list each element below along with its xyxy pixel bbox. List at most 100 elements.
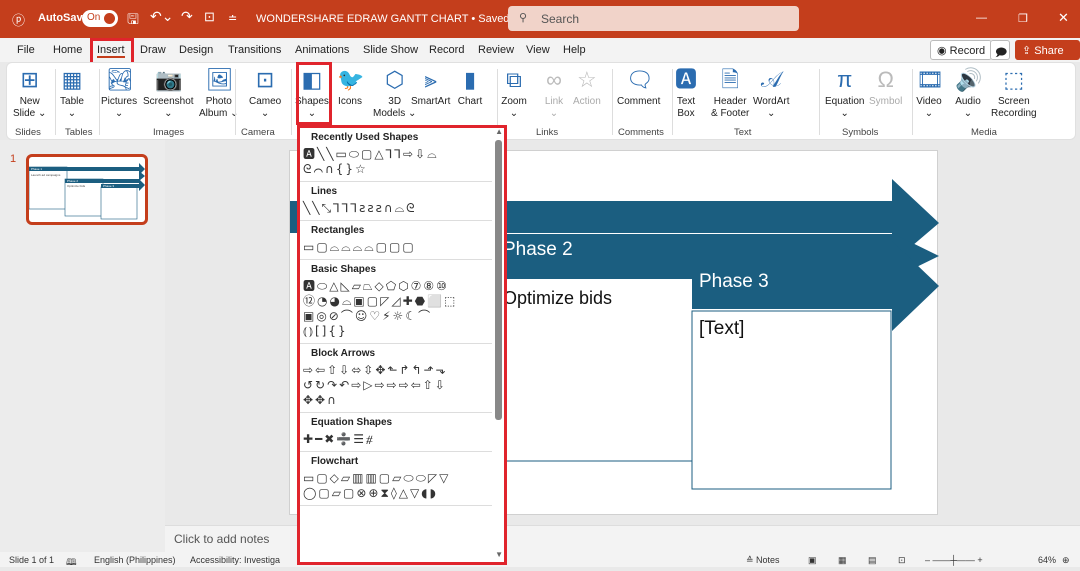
cameo-button[interactable]: ⊡ Cameo ⌄ — [249, 67, 281, 120]
tab-design[interactable]: Design — [179, 44, 213, 56]
comment-button[interactable]: 🗨 Comment — [617, 67, 660, 108]
normal-view-icon[interactable]: ▣ — [808, 555, 817, 566]
screen-recording-button[interactable]: ⬚ Screen Recording — [991, 67, 1037, 120]
tab-view[interactable]: View — [526, 44, 550, 56]
shape-row-icons[interactable]: ▣◎⊘⌒☺♡⚡☼☾⌒ — [300, 309, 492, 324]
table-button[interactable]: ▦ Table ⌄ — [59, 67, 85, 120]
shape-row-icons[interactable]: ⇨⇦⇧⇩⬄⇳✥⬑↱↰⬏⬎ — [300, 363, 492, 378]
smartart-button[interactable]: ⫸ SmartArt — [411, 67, 450, 108]
tab-help[interactable]: Help — [563, 44, 586, 56]
scroll-down-icon[interactable]: ▼ — [495, 550, 503, 559]
button-label: Chart — [457, 96, 483, 107]
comments-button[interactable]: 🗩 — [990, 40, 1010, 60]
record-button[interactable]: ◉ Record — [930, 40, 993, 60]
undo-icon[interactable]: ↶⌄ — [150, 8, 173, 25]
section-title: Block Arrows — [311, 348, 376, 359]
action-button[interactable]: ☆ Action — [573, 67, 601, 108]
chart-button[interactable]: ▮ Chart — [457, 67, 483, 108]
shape-row-icons[interactable]: ▭▢⌓⌓⌓⌓▢▢▢ — [300, 240, 492, 255]
zoom-button[interactable]: ⧉ Zoom ⌄ — [501, 67, 527, 120]
share-button[interactable]: ⇪ Share ⌄ — [1015, 40, 1080, 70]
shape-row-icons[interactable]: ╲╲⤡⅂⅂⅂ƨƨƨ∩⌓ᘓ — [300, 201, 492, 216]
notes-button[interactable]: ≙ Notes — [746, 555, 780, 566]
phase2-label[interactable]: Phase 2 — [503, 239, 573, 261]
shape-row-icons[interactable]: ◯▢▱▢⊗⊕⧗◊△▽◖◗ — [300, 486, 492, 501]
equation-button[interactable]: π Equation ⌄ — [825, 67, 864, 120]
redo-icon[interactable]: ↷ — [181, 8, 193, 25]
thumb-phase1-text: Launch ad campaigns — [31, 173, 61, 177]
tab-record[interactable]: Record — [429, 44, 464, 56]
button-label: Video ⌄ — [916, 96, 942, 119]
screenshot-button[interactable]: 📷 Screenshot ⌄ — [143, 67, 194, 120]
video-button[interactable]: 🎞 Video ⌄ — [916, 67, 944, 120]
restore-button[interactable]: ❐ — [1018, 12, 1028, 25]
shape-section: Equation Shapes ✚━✖➗☰⧣ — [300, 413, 492, 452]
3d-models-button[interactable]: ⬡ 3D Models ⌄ — [373, 67, 416, 120]
pictures-button[interactable]: 🏞 Pictures ⌄ — [101, 67, 137, 120]
header-footer-button[interactable]: 🗎 Header & Footer — [711, 67, 749, 120]
accessibility-status[interactable]: Accessibility: Investiga — [190, 555, 280, 565]
button-label: Comment — [617, 96, 661, 107]
text-box-button[interactable]: 🅰 Text Box — [673, 67, 699, 120]
search-input[interactable]: Search — [508, 6, 799, 31]
shape-row-icons[interactable]: ✥✥∩ — [300, 393, 492, 408]
tab-file[interactable]: File — [17, 44, 35, 56]
reading-view-icon[interactable]: ▤ — [868, 555, 877, 566]
photo-album-button[interactable]: 🖼 Photo Album ⌄ — [199, 67, 239, 120]
phase2-text[interactable]: Optimize bids — [503, 288, 612, 309]
section-title: Lines — [311, 186, 338, 197]
thumb-phase2: Phase 2 — [67, 179, 78, 183]
shape-row-icons[interactable]: ↺↻↷↶⇨▷⇨⇨⇨⇦⇧⇩ — [300, 378, 492, 393]
button-label: Link ⌄ — [544, 96, 564, 119]
scroll-up-icon[interactable]: ▲ — [495, 128, 503, 136]
pictures-icon: 🏞 — [106, 67, 134, 92]
audio-button[interactable]: 🔊 Audio ⌄ — [955, 67, 982, 120]
shape-row-icons[interactable]: 🅰⬭△◺▱⏢◇⬠⬡⑦⑧⑩ — [300, 279, 492, 294]
phase3-label[interactable]: Phase 3 — [699, 271, 769, 293]
close-button[interactable]: ✕ — [1058, 10, 1069, 26]
button-label: Screenshot ⌄ — [143, 96, 194, 119]
save-icon[interactable]: 🖫 — [127, 9, 139, 33]
shapes-button-highlight — [296, 62, 332, 125]
tab-animations[interactable]: Animations — [295, 44, 349, 56]
tab-transitions[interactable]: Transitions — [228, 44, 281, 56]
present-icon[interactable]: ⊡ — [204, 9, 215, 25]
3d-models-icon: ⬡ — [385, 67, 405, 92]
thumb-phase2-text: Optimize bids — [67, 184, 86, 188]
spellcheck-icon[interactable]: 🕮 — [66, 555, 77, 571]
shape-row-icons[interactable]: ⑫◔◕⌓▣▢◸◿✚⬣⬜⬚ — [300, 294, 492, 309]
search-icon: ⚲ — [519, 12, 528, 24]
slideshow-icon[interactable]: ⊡ — [898, 555, 906, 566]
tab-slide-show[interactable]: Slide Show — [363, 44, 418, 56]
shape-row-icons[interactable]: ✚━✖➗☰⧣ — [300, 432, 492, 447]
shape-row-icons[interactable]: ᘓ⌒∩{}☆ — [300, 162, 492, 177]
shape-row-icons[interactable]: 🅰╲╲▭⬭▢△⅂⅂⇨⇩⌓ — [300, 147, 492, 162]
new-slide-button[interactable]: ⊞ New Slide ⌄ — [13, 67, 46, 120]
tab-draw[interactable]: Draw — [140, 44, 166, 56]
gallery-scrollbar[interactable] — [495, 140, 502, 420]
group-label-slides: Slides — [15, 127, 41, 138]
zoom-slider[interactable]: – ——┼—— + — [925, 555, 983, 565]
fit-slide-icon[interactable]: ⊕ — [1062, 555, 1070, 566]
wordart-button[interactable]: 𝒜 WordArt ⌄ — [753, 67, 790, 120]
tab-home[interactable]: Home — [53, 44, 82, 56]
language[interactable]: English (Philippines) — [94, 555, 176, 565]
action-icon: ☆ — [577, 67, 597, 92]
slide-thumbnail-1[interactable]: Phase 1 Launch ad campaigns Phase 2 Opti… — [26, 154, 148, 225]
shape-row-icons[interactable]: ⦅⦆[]{} — [300, 324, 492, 339]
section-title: Basic Shapes — [311, 264, 377, 275]
icons-button[interactable]: 🐦 Icons — [337, 67, 364, 108]
symbol-button[interactable]: Ω Symbol — [869, 67, 902, 108]
button-label: Audio ⌄ — [955, 96, 981, 119]
minimize-button[interactable]: — — [976, 12, 987, 24]
customize-toolbar-icon[interactable]: ≐ — [228, 12, 237, 25]
shape-row-icons[interactable]: ▭▢◇▱▥▥▢▱⬭⬭◸▽ — [300, 471, 492, 486]
autosave-toggle[interactable]: On — [82, 10, 118, 27]
document-title[interactable]: WONDERSHARE EDRAW GANTT CHART • Saved ⌄ — [256, 12, 522, 25]
link-button[interactable]: ∞ Link ⌄ — [541, 67, 567, 120]
zoom-level[interactable]: 64% — [1038, 555, 1056, 565]
tab-review[interactable]: Review — [478, 44, 514, 56]
button-label: Symbol — [869, 96, 903, 107]
phase3-text[interactable]: [Text] — [699, 318, 744, 340]
slide-sorter-icon[interactable]: ▦ — [838, 555, 847, 566]
